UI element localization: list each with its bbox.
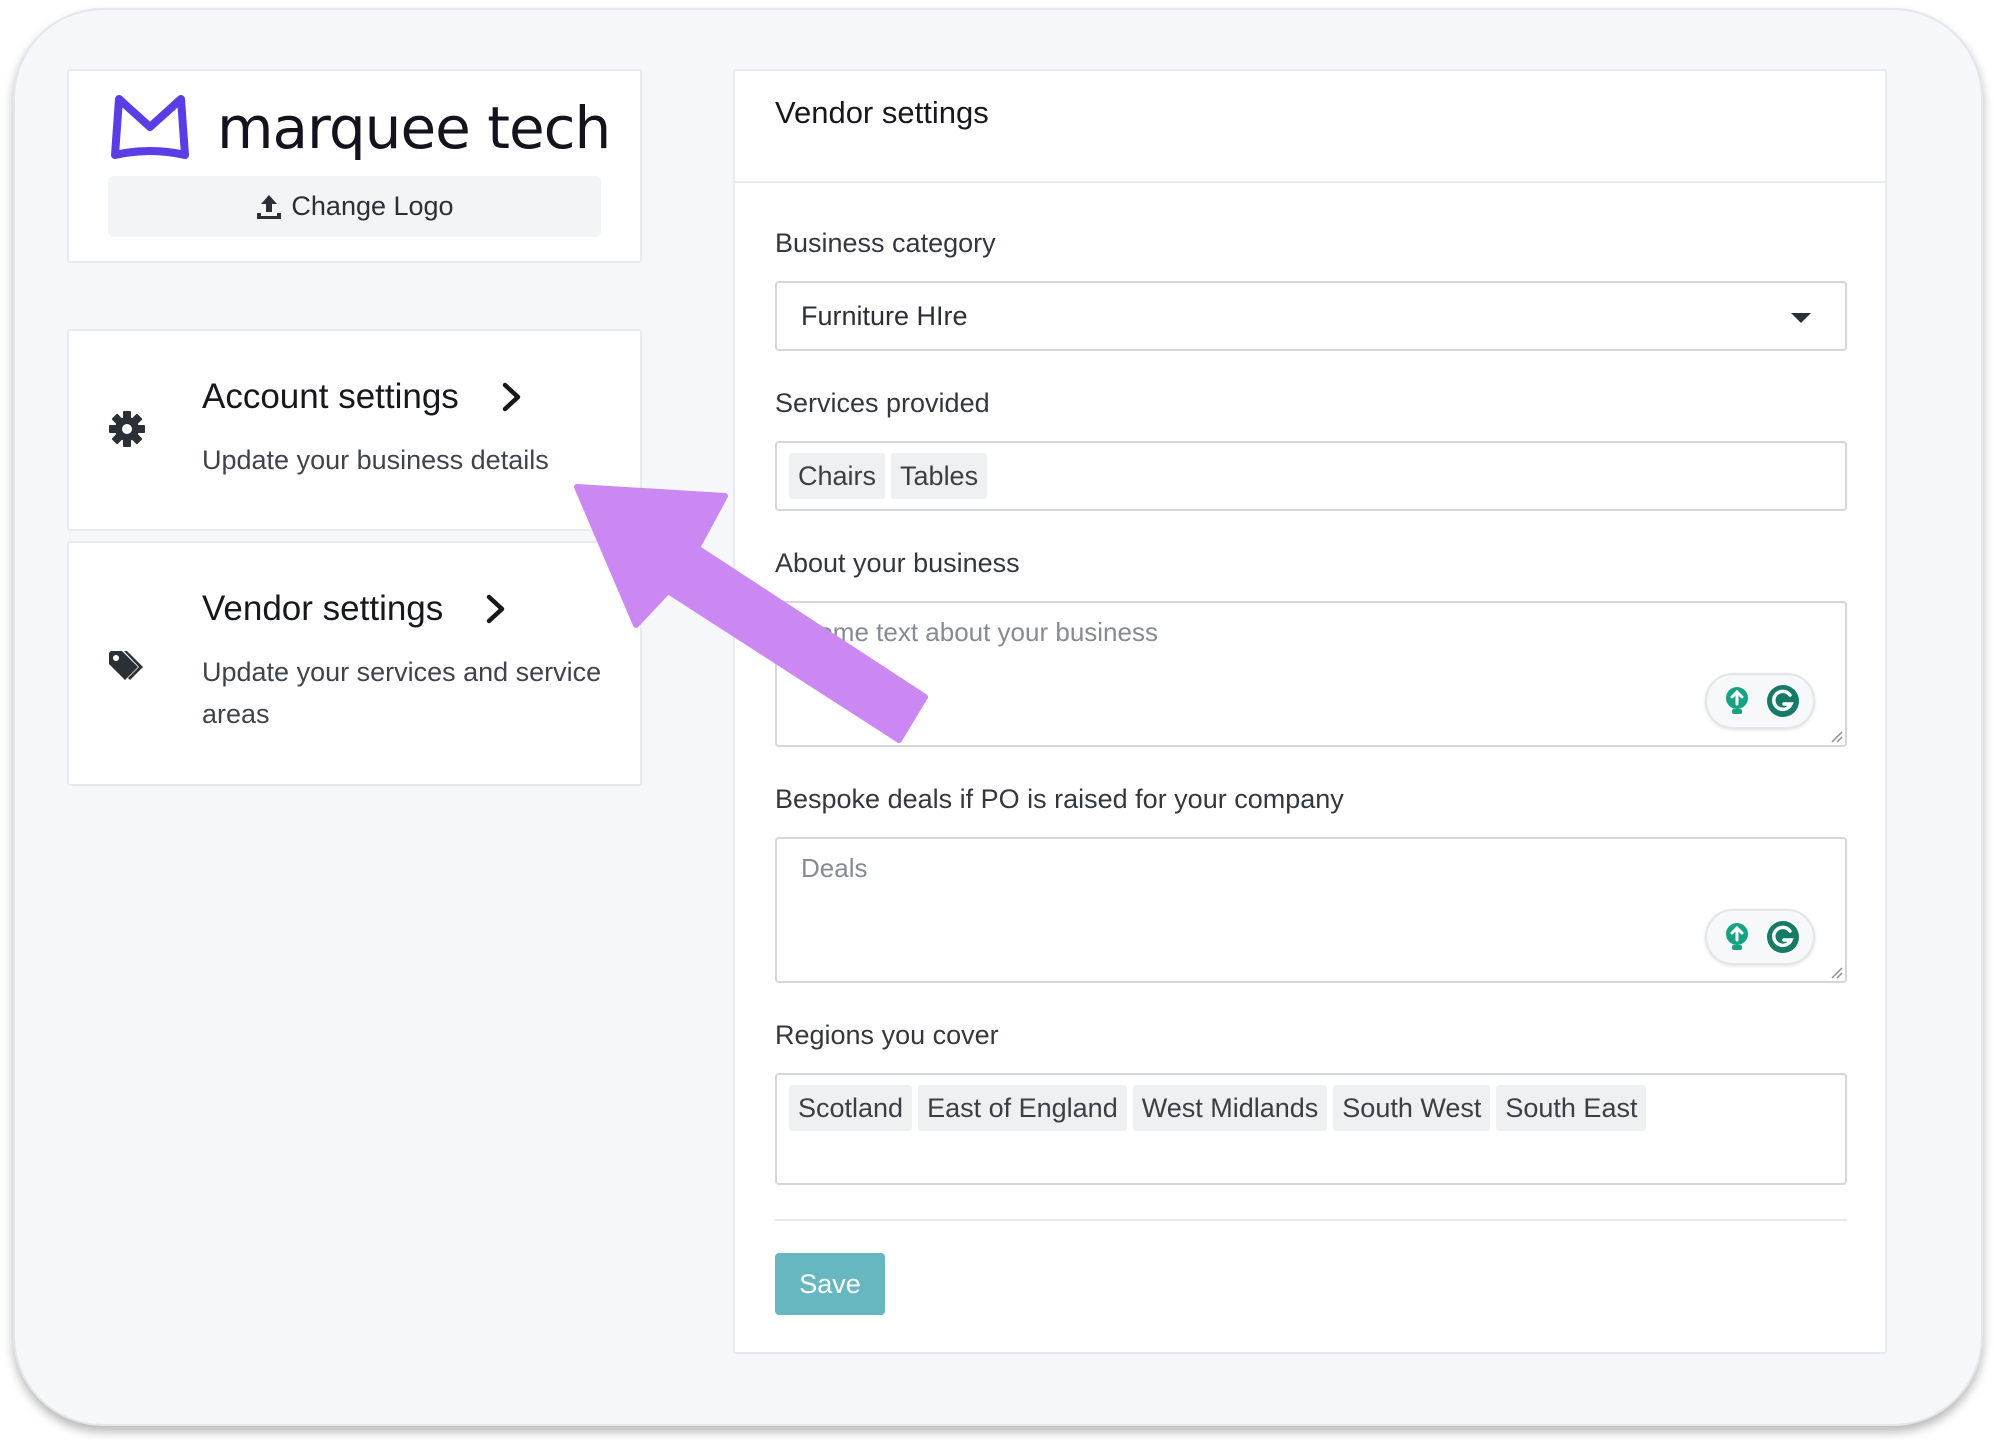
grammarly-widget (1705, 673, 1815, 729)
account-settings-subtitle: Update your business details (202, 445, 549, 475)
nav-vendor-settings[interactable]: Vendor settings Update your services and… (67, 541, 642, 786)
grammarly-logo-icon[interactable] (1766, 684, 1800, 718)
vendor-settings-panel: Vendor settings Business category Furnit… (733, 69, 1887, 1354)
services-provided-input[interactable]: Chairs Tables (775, 441, 1847, 511)
chevron-right-icon (502, 382, 521, 412)
service-tag[interactable]: Chairs (789, 453, 886, 499)
panel-header: Vendor settings (735, 71, 1885, 183)
about-business-textarea[interactable]: Some text about your business (775, 601, 1847, 747)
region-tag[interactable]: Scotland (789, 1085, 913, 1131)
vendor-settings-subtitle: Update your services and service areas (202, 657, 602, 729)
region-tag[interactable]: East of England (918, 1085, 1127, 1131)
tags-icon (109, 651, 143, 680)
regions-input[interactable]: Scotland East of England West Midlands S… (775, 1073, 1847, 1185)
business-category-select[interactable]: Furniture HIre (775, 281, 1847, 351)
grammarly-logo-icon[interactable] (1766, 920, 1800, 954)
change-logo-label: Change Logo (291, 191, 454, 221)
bespoke-deals-placeholder: Deals (801, 853, 868, 883)
vendor-settings-label: Vendor settings (202, 589, 444, 628)
bespoke-deals-textarea[interactable]: Deals (775, 837, 1847, 983)
business-category-label: Business category (775, 228, 996, 258)
form-divider (775, 1219, 1847, 1221)
business-category-value: Furniture HIre (801, 301, 968, 331)
region-tag[interactable]: South West (1333, 1085, 1491, 1131)
account-settings-title: Account settings (202, 377, 523, 417)
caret-down-icon (1791, 313, 1811, 323)
regions-label: Regions you cover (775, 1020, 999, 1050)
save-button[interactable]: Save (775, 1253, 885, 1315)
region-tag[interactable]: South East (1496, 1085, 1647, 1131)
chevron-right-icon (487, 594, 505, 624)
upload-icon (257, 194, 282, 219)
marquee-logo-icon (111, 95, 189, 159)
account-settings-label: Account settings (202, 377, 459, 416)
about-business-placeholder: Some text about your business (801, 617, 1158, 647)
region-tag[interactable]: West Midlands (1132, 1085, 1328, 1131)
services-provided-label: Services provided (775, 388, 990, 418)
resize-handle-icon[interactable] (1829, 965, 1843, 979)
bespoke-deals-label: Bespoke deals if PO is raised for your c… (775, 784, 1344, 814)
resize-handle-icon[interactable] (1829, 729, 1843, 743)
lightbulb-icon[interactable] (1720, 920, 1754, 954)
about-business-label: About your business (775, 548, 1020, 578)
brand-name: marquee tech (217, 94, 611, 162)
vendor-settings-title: Vendor settings (202, 589, 507, 629)
change-logo-button[interactable]: Change Logo (108, 176, 601, 237)
nav-account-settings[interactable]: Account settings Update your business de… (67, 329, 642, 531)
lightbulb-icon[interactable] (1720, 684, 1754, 718)
grammarly-widget (1705, 909, 1815, 965)
logo-card: marquee tech Change Logo (67, 69, 642, 263)
gear-icon (109, 411, 145, 447)
panel-title: Vendor settings (775, 95, 989, 130)
brand-logo: marquee tech (109, 93, 611, 163)
service-tag[interactable]: Tables (891, 453, 988, 499)
